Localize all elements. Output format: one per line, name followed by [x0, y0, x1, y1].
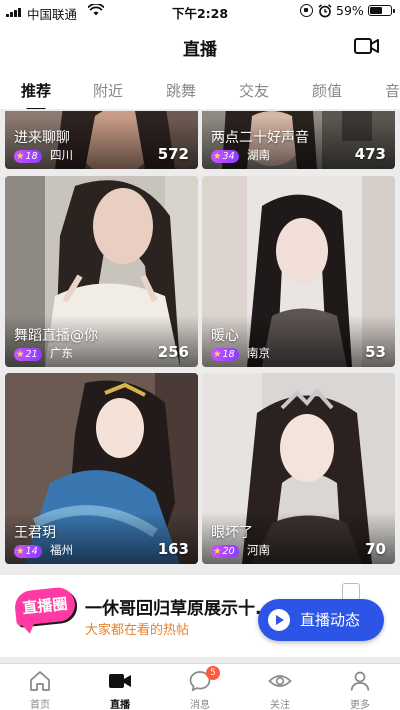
- status-bar: 中国联通 下午2:28 59%: [0, 0, 400, 22]
- level-badge: ★20: [211, 545, 239, 558]
- unread-badge: 5: [206, 666, 220, 680]
- live-room-card[interactable]: 舞蹈直播@你 ★21 广东 256: [5, 176, 198, 367]
- tab-recommend[interactable]: 推荐: [21, 80, 51, 109]
- eye-icon: [268, 675, 292, 687]
- viewer-count: 70: [365, 540, 386, 558]
- room-city: 河南: [247, 543, 270, 557]
- tab-looks[interactable]: 颜值: [312, 80, 342, 101]
- level-badge: ★34: [211, 150, 239, 163]
- video-camera-icon: [109, 674, 131, 688]
- live-room-card[interactable]: 眼坏了 ★20 河南 70: [202, 373, 395, 564]
- battery-percent: 59%: [336, 3, 364, 18]
- tab-home[interactable]: 首页: [0, 664, 80, 710]
- hot-post-subtitle: 大家都在看的热帖: [85, 623, 190, 638]
- tab-music[interactable]: 音: [385, 80, 400, 101]
- live-circle-logo: 直播圈: [13, 585, 77, 627]
- room-title: 暖心: [211, 328, 239, 344]
- live-room-card[interactable]: 暖心 ★18 南京 53: [202, 176, 395, 367]
- nav-bar: 直播: [0, 22, 400, 70]
- rotation-lock-icon: [300, 4, 313, 17]
- room-city: 四川: [50, 148, 73, 162]
- tab-nearby[interactable]: 附近: [93, 80, 123, 101]
- level-badge: ★18: [14, 150, 42, 163]
- room-title: 眼坏了: [211, 525, 253, 541]
- home-icon: [30, 671, 50, 691]
- room-city: 湖南: [247, 148, 270, 162]
- tab-messages[interactable]: 5 消息: [160, 664, 240, 710]
- viewer-count: 473: [354, 145, 386, 163]
- viewer-count: 53: [365, 343, 386, 361]
- play-icon: [268, 609, 290, 631]
- alarm-icon: [318, 4, 332, 18]
- room-title: 进来聊聊: [14, 130, 70, 146]
- live-feed-button[interactable]: 直播动态: [258, 599, 384, 641]
- video-camera-icon[interactable]: [354, 36, 380, 56]
- room-title: 王君玥: [14, 525, 56, 541]
- tab-more[interactable]: 更多: [320, 664, 400, 710]
- hot-post-banner[interactable]: 直播圈 一休哥回归草原展示十. 大家都在看的热帖 直播动态: [0, 575, 400, 657]
- category-tabs: 推荐 附近 跳舞 交友 颜值 音: [0, 70, 400, 110]
- room-title: 舞蹈直播@你: [14, 328, 98, 344]
- level-badge: ★21: [14, 348, 42, 361]
- bottom-tab-bar: 首页 直播 5 消息 关注 更多: [0, 663, 400, 710]
- live-room-grid: 进来聊聊 ★18 四川 572 两点二十好声音 ★34 湖南 473 舞蹈直播@…: [0, 111, 400, 569]
- room-city: 广东: [50, 346, 73, 360]
- live-room-card[interactable]: 进来聊聊 ★18 四川 572: [5, 111, 198, 169]
- viewer-count: 163: [157, 540, 189, 558]
- level-badge: ★18: [211, 348, 239, 361]
- viewer-count: 256: [157, 343, 189, 361]
- room-city: 南京: [247, 346, 270, 360]
- person-icon: [350, 671, 370, 691]
- level-badge: ★14: [14, 545, 42, 558]
- tab-dance[interactable]: 跳舞: [166, 80, 196, 101]
- live-room-card[interactable]: 两点二十好声音 ★34 湖南 473: [202, 111, 395, 169]
- live-room-card[interactable]: 王君玥 ★14 福州 163: [5, 373, 198, 564]
- live-feed-button-label: 直播动态: [300, 611, 361, 629]
- page-title: 直播: [183, 40, 217, 60]
- battery-icon: [368, 5, 395, 16]
- room-title: 两点二十好声音: [211, 130, 309, 146]
- tab-social[interactable]: 交友: [239, 80, 269, 101]
- viewer-count: 572: [157, 145, 189, 163]
- room-city: 福州: [50, 543, 73, 557]
- tab-live[interactable]: 直播: [80, 664, 160, 710]
- tab-following[interactable]: 关注: [240, 664, 320, 710]
